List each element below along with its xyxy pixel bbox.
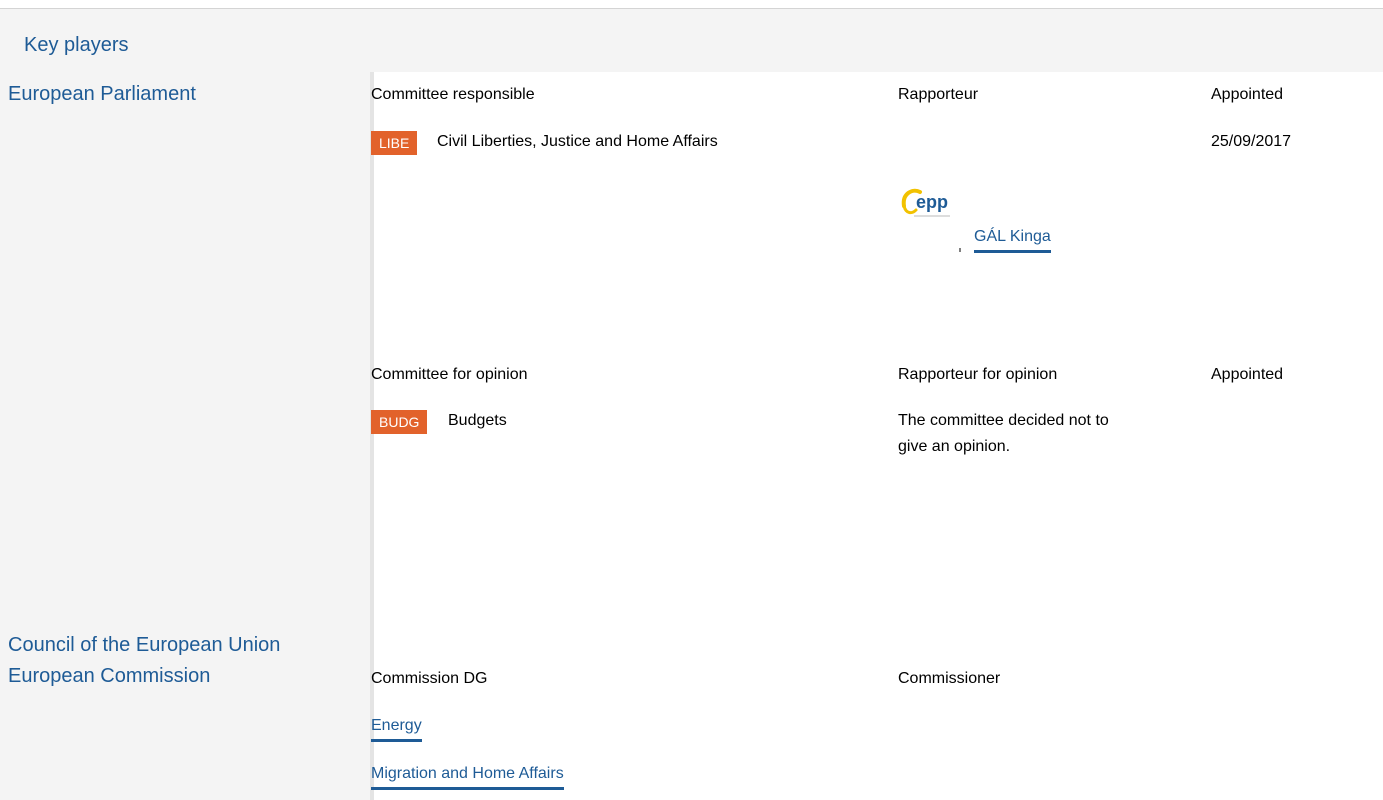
opinion-note: The committee decided not to give an opi… [898, 412, 1109, 455]
svg-text:epp: epp [916, 192, 948, 212]
institution-commission: European Commission [8, 665, 211, 687]
rapporteur-header: Rapporteur [898, 86, 979, 103]
rapporteur-link-gal-kinga[interactable]: GÁL Kinga [974, 228, 1051, 253]
appointed-opinion-header: Appointed [1211, 366, 1284, 383]
dg-link-energy[interactable]: Energy [371, 717, 422, 742]
committee-opinion-header: Committee for opinion [371, 366, 528, 383]
appointed-date: 25/09/2017 [1211, 133, 1292, 150]
committee-name-budg: Budgets [448, 412, 507, 429]
appointed-header: Appointed [1211, 86, 1284, 103]
dg-link-migration-home-affairs[interactable]: Migration and Home Affairs [371, 765, 564, 790]
committee-responsible-header: Committee responsible [371, 86, 535, 103]
institution-council: Council of the European Union [8, 634, 281, 656]
section-title: Key players [24, 34, 129, 56]
rapporteur-opinion-header: Rapporteur for opinion [898, 366, 1058, 383]
epp-group-logo: epp [898, 184, 962, 252]
committee-badge-budg: BUDG [371, 410, 428, 434]
institutions-column [0, 72, 370, 800]
commissioner-header: Commissioner [898, 670, 1001, 687]
institution-european-parliament: European Parliament [8, 83, 196, 105]
committee-badge-libe: LIBE [371, 131, 418, 155]
commission-dg-header: Commission DG [371, 670, 488, 687]
key-players-header: Key players [0, 8, 1383, 72]
column-divider [370, 72, 374, 800]
committee-name-libe: Civil Liberties, Justice and Home Affair… [437, 133, 718, 150]
